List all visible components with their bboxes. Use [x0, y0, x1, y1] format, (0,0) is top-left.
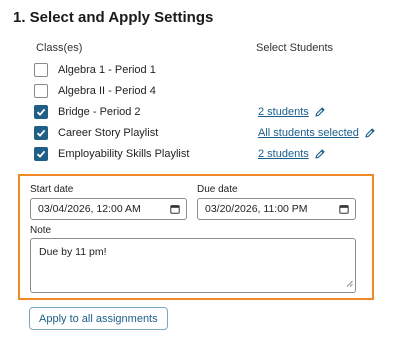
note-label: Note	[30, 225, 52, 236]
class-label: Algebra 1 - Period 1	[58, 64, 156, 76]
class-checkbox[interactable]	[34, 147, 48, 161]
start-date-input[interactable]: 03/04/2026, 12:00 AM	[30, 198, 187, 220]
class-checkbox[interactable]	[34, 126, 48, 140]
pencil-icon[interactable]	[314, 106, 326, 118]
select-students-link-bridge[interactable]: 2 students	[258, 104, 326, 120]
class-row-algebra-1: Algebra 1 - Period 1	[34, 62, 156, 78]
classes-column-header: Class(es)	[36, 42, 83, 54]
class-label: Algebra II - Period 4	[58, 85, 156, 97]
section-title: 1. Select and Apply Settings	[13, 9, 214, 26]
class-label: Employability Skills Playlist	[58, 148, 190, 160]
class-checkbox[interactable]	[34, 105, 48, 119]
pencil-icon[interactable]	[364, 127, 376, 139]
select-students-link-employability[interactable]: 2 students	[258, 146, 326, 162]
calendar-icon[interactable]	[170, 204, 180, 214]
apply-to-all-button[interactable]: Apply to all assignments	[29, 307, 168, 330]
class-checkbox[interactable]	[34, 84, 48, 98]
note-value: Due by 11 pm!	[39, 246, 107, 258]
start-date-value: 03/04/2026, 12:00 AM	[38, 203, 141, 215]
check-icon	[36, 150, 46, 158]
class-row-bridge: Bridge - Period 2	[34, 104, 141, 120]
settings-panel: Start date 03/04/2026, 12:00 AM Due date…	[18, 174, 374, 300]
class-row-employability: Employability Skills Playlist	[34, 146, 189, 162]
class-checkbox[interactable]	[34, 63, 48, 77]
students-column-header: Select Students	[256, 42, 334, 54]
calendar-icon[interactable]	[339, 204, 349, 214]
select-students-link-career-story[interactable]: All students selected	[258, 125, 376, 141]
class-row-career-story: Career Story Playlist	[34, 125, 158, 141]
class-label: Career Story Playlist	[58, 127, 159, 139]
due-date-input[interactable]: 03/20/2026, 11:00 PM	[197, 198, 356, 220]
check-icon	[36, 108, 46, 116]
students-link-text[interactable]: All students selected	[258, 127, 359, 139]
start-date-label: Start date	[30, 184, 74, 195]
pencil-icon[interactable]	[314, 148, 326, 160]
check-icon	[36, 129, 46, 137]
students-link-text[interactable]: 2 students	[258, 148, 309, 160]
due-date-label: Due date	[197, 184, 238, 195]
note-textarea[interactable]: Due by 11 pm!	[30, 238, 356, 293]
resize-handle-icon[interactable]	[346, 278, 353, 290]
class-row-algebra-2: Algebra II - Period 4	[34, 83, 156, 99]
class-label: Bridge - Period 2	[58, 106, 141, 118]
due-date-value: 03/20/2026, 11:00 PM	[205, 203, 308, 215]
students-link-text[interactable]: 2 students	[258, 106, 309, 118]
